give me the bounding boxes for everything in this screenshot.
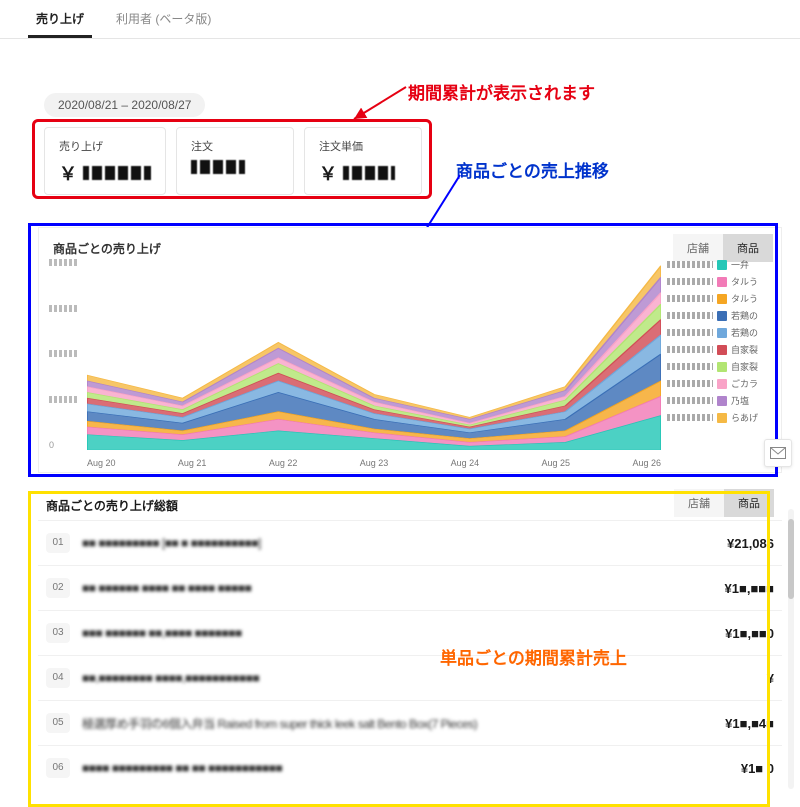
- row-amount: ¥: [767, 671, 774, 686]
- table-row[interactable]: 03 ■■■ ■■■■■■ ■■,■■■■ ■■■■■■■ ¥1■,■■0: [38, 610, 782, 655]
- row-name: 極選厚め手羽の6個入弁当 Raised from super thick lee…: [82, 715, 713, 732]
- chart-y-axis: 0: [49, 258, 83, 450]
- row-name: ■■■■ ■■■■■■■■■ ■■ ■■ ■■■■■■■■■■■: [82, 761, 729, 775]
- legend-label: 一弁: [731, 258, 749, 271]
- row-rank: 02: [46, 578, 70, 598]
- kpi-aov[interactable]: 注文単価 ￥: [304, 127, 422, 195]
- legend-label: 若鶏の: [731, 326, 758, 339]
- table-row[interactable]: 01 ■■ ■■■■■■■■■ [■■ ■ ■■■■■■■■■■] ¥21,086: [38, 520, 782, 565]
- tab-users[interactable]: 利用者 (ベータ版): [108, 0, 219, 38]
- chart-legend: 一弁タルうタルう若鶏の若鶏の自家裂自家裂ごカラ乃塩らあげ: [667, 258, 775, 428]
- date-range-chip[interactable]: 2020/08/21 – 2020/08/27: [44, 93, 205, 117]
- table-row[interactable]: 04 ■■,■■■■■■■■ ■■■■,■■■■■■■■■■■ ¥: [38, 655, 782, 700]
- x-tick: Aug 24: [451, 458, 480, 468]
- tab-sales[interactable]: 売り上げ: [28, 0, 92, 38]
- kpi-orders-label: 注文: [191, 138, 279, 154]
- row-name: ■■ ■■■■■■■■■ [■■ ■ ■■■■■■■■■■]: [82, 536, 715, 550]
- area-chart: [87, 258, 661, 450]
- legend-label: 自家裂: [731, 360, 758, 373]
- anno-product-trend: 商品ごとの売上推移: [456, 157, 609, 182]
- chart-panel: 商品ごとの売り上げ 店舗 商品 0 Aug 20Aug 21Aug 22Aug …: [38, 227, 782, 473]
- legend-label: らあげ: [731, 411, 758, 424]
- row-rank: 04: [46, 668, 70, 688]
- row-name: ■■■ ■■■■■■ ■■,■■■■ ■■■■■■■: [82, 626, 713, 640]
- table-row[interactable]: 02 ■■ ■■■■■■ ■■■■ ■■ ■■■■ ■■■■■ ¥1■,■■■: [38, 565, 782, 610]
- kpi-sales-label: 売り上げ: [59, 138, 151, 154]
- totals-title: 商品ごとの売り上げ総額: [38, 487, 782, 520]
- row-rank: 03: [46, 623, 70, 643]
- row-amount: ¥1■,■■■: [725, 581, 774, 596]
- row-amount: ¥1■ 0: [741, 761, 774, 776]
- row-amount: ¥1■,■■0: [725, 626, 774, 641]
- legend-item[interactable]: 自家裂: [667, 360, 775, 373]
- currency-symbol: ￥: [59, 160, 77, 186]
- row-amount: ¥1■,■4■: [725, 716, 774, 731]
- x-tick: Aug 21: [178, 458, 207, 468]
- anno-period-total: 期間累計が表示されます: [408, 79, 595, 104]
- x-tick: Aug 26: [632, 458, 661, 468]
- legend-label: タルう: [731, 292, 758, 305]
- row-amount: ¥21,086: [727, 536, 774, 551]
- legend-item[interactable]: 一弁: [667, 258, 775, 271]
- legend-item[interactable]: ごカラ: [667, 377, 775, 390]
- currency-symbol: ￥: [319, 160, 337, 186]
- kpi-orders[interactable]: 注文: [176, 127, 294, 195]
- kpi-aov-label: 注文単価: [319, 138, 407, 154]
- row-name: ■■ ■■■■■■ ■■■■ ■■ ■■■■ ■■■■■: [82, 581, 713, 595]
- row-name: ■■,■■■■■■■■ ■■■■,■■■■■■■■■■■: [82, 671, 755, 685]
- legend-label: 乃塩: [731, 394, 749, 407]
- totals-toggle: 店舗 商品: [674, 489, 774, 517]
- legend-item[interactable]: タルう: [667, 292, 775, 305]
- legend-label: タルう: [731, 275, 758, 288]
- kpi-sales[interactable]: 売り上げ ￥: [44, 127, 166, 195]
- table-row[interactable]: 06 ■■■■ ■■■■■■■■■ ■■ ■■ ■■■■■■■■■■■ ¥1■ 0: [38, 745, 782, 790]
- top-tabs: 売り上げ 利用者 (ベータ版): [0, 0, 800, 39]
- row-rank: 05: [46, 713, 70, 733]
- legend-item[interactable]: 若鶏の: [667, 326, 775, 339]
- anno-arrow-red: [348, 79, 410, 125]
- legend-item[interactable]: 乃塩: [667, 394, 775, 407]
- anno-product-period-total: 単品ごとの期間累計売上: [440, 644, 627, 669]
- toggle-store-2[interactable]: 店舗: [674, 489, 724, 517]
- chart-x-axis: Aug 20 Aug 21 Aug 22 Aug 23 Aug 24 Aug 25 Aug …: [87, 458, 661, 468]
- x-tick: Aug 20: [87, 458, 116, 468]
- table-row[interactable]: 05 極選厚め手羽の6個入弁当 Raised from super thick l…: [38, 700, 782, 745]
- legend-item[interactable]: 若鶏の: [667, 309, 775, 322]
- legend-label: ごカラ: [731, 377, 758, 390]
- scrollbar-thumb[interactable]: [788, 519, 794, 599]
- x-tick: Aug 25: [542, 458, 571, 468]
- scrollbar[interactable]: [788, 509, 794, 789]
- row-rank: 06: [46, 758, 70, 778]
- legend-label: 若鶏の: [731, 309, 758, 322]
- mail-icon[interactable]: [764, 439, 792, 467]
- legend-item[interactable]: らあげ: [667, 411, 775, 424]
- legend-item[interactable]: 自家裂: [667, 343, 775, 356]
- totals-panel: 商品ごとの売り上げ総額 店舗 商品 01 ■■ ■■■■■■■■■ [■■ ■ ■…: [38, 487, 782, 790]
- x-tick: Aug 22: [269, 458, 298, 468]
- legend-label: 自家裂: [731, 343, 758, 356]
- kpi-row: 売り上げ ￥ 注文 注文単価 ￥: [44, 127, 422, 195]
- legend-item[interactable]: タルう: [667, 275, 775, 288]
- x-tick: Aug 23: [360, 458, 389, 468]
- row-rank: 01: [46, 533, 70, 553]
- chart-title: 商品ごとの売り上げ: [39, 228, 781, 261]
- toggle-product-2[interactable]: 商品: [724, 489, 774, 517]
